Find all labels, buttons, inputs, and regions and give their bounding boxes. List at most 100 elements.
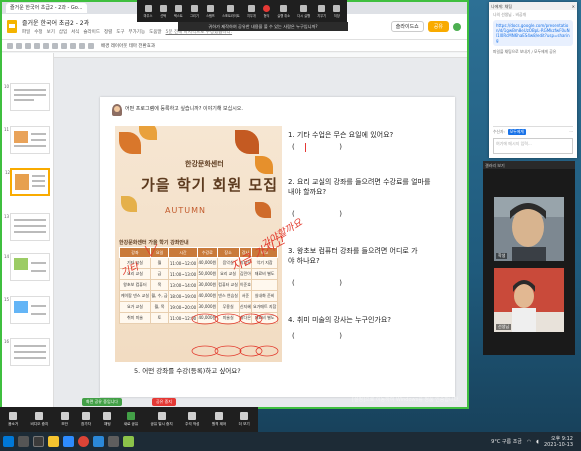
chat-recipient-row: 수신자: 모두에게 ⋯	[493, 126, 573, 136]
task-view-icon[interactable]	[33, 436, 44, 447]
gallery-title: 갤러리 보기	[483, 161, 575, 169]
recipient-select[interactable]: 모두에게	[507, 128, 526, 135]
trash-icon	[318, 4, 326, 12]
tool-format[interactable]: 형식	[263, 4, 271, 18]
tool-label: 스탬프	[206, 13, 215, 18]
meeting-controls: 음소거 비디오 중지 보안 참가자 채팅 새로 공유 공유 일시 중지 주석 작…	[0, 407, 258, 432]
control-label: 비디오 중지	[30, 422, 49, 426]
more-icon[interactable]: ⋯	[569, 129, 573, 134]
stop-share-pill[interactable]: 공유 중지	[152, 398, 176, 406]
chat-message-input[interactable]: 여기에 메시지 입력...	[493, 138, 573, 154]
chat-sender: 나의 선생님 - 비공개	[493, 12, 526, 17]
more-icon	[240, 412, 249, 420]
control-label: 새로 공유	[123, 422, 139, 426]
chat-icon	[103, 412, 112, 420]
participants-button[interactable]: 참가자	[81, 412, 91, 427]
microphone-icon	[9, 412, 18, 420]
control-label: 공유 일시 중지	[150, 422, 173, 426]
chat-note: 파일을 채팅으로 보내기 / 모두에게 공유	[493, 49, 557, 54]
redo-icon	[300, 4, 308, 12]
remote-control-button[interactable]: 원격 제어	[212, 412, 226, 427]
control-label: 음소거	[8, 422, 19, 426]
save-icon	[333, 4, 341, 12]
select-icon	[159, 4, 167, 12]
annotate-pen-icon	[188, 412, 197, 420]
taskbar: 9°C 구름 조금 ◠ ◖ 오후 9:12 2021-10-13	[0, 432, 581, 451]
chat-header-title: 나에게: 채팅	[491, 4, 513, 9]
teacher-video	[494, 268, 564, 332]
windows-activation-watermark: Windows 정품 인증 [설정]으로 이동하여 Windows를 정품 인증…	[352, 387, 460, 405]
chat-message-link[interactable]: https://docs.google.com/presentation/d/1…	[493, 20, 573, 46]
tool-save[interactable]: 저장	[333, 4, 341, 18]
control-label: 더 보기	[238, 422, 250, 426]
tool-label: 그리기	[190, 13, 199, 18]
more-button[interactable]: 더 보기	[239, 412, 250, 427]
tool-undo[interactable]: 실행 취소	[277, 4, 291, 18]
student-video	[494, 197, 564, 261]
tool-draw[interactable]: 그리기	[190, 4, 199, 18]
screen-share-border	[0, 0, 469, 409]
tool-label: 마우스	[143, 13, 153, 18]
participants-icon	[81, 412, 90, 420]
format-color-icon	[263, 4, 271, 12]
pause-icon	[157, 412, 166, 420]
zoom-app-icon[interactable]	[63, 436, 74, 447]
control-label: 원격 제어	[211, 422, 227, 426]
sharing-status-pill[interactable]: 화면 공유 중입니다	[82, 398, 122, 406]
clock-date: 2021-10-13	[543, 441, 573, 448]
chat-button[interactable]: 채팅	[103, 412, 112, 427]
tool-label: 지우개	[246, 13, 256, 18]
share-notice-banner[interactable]: 귀하가 제작하여 공유한 내용을 볼 수 있는 사람은 누구입니까?	[178, 22, 348, 31]
tool-text[interactable]: 텍스트	[173, 4, 183, 18]
chat-close-icon[interactable]: ✕	[572, 4, 575, 9]
tool-mouse[interactable]: 마우스	[143, 4, 153, 18]
video-button[interactable]: 비디오 중지	[30, 412, 49, 427]
system-tray: 9°C 구름 조금 ◠ ◖ 오후 9:12 2021-10-13	[491, 436, 581, 448]
tool-redo[interactable]: 다시 실행	[297, 4, 311, 18]
pause-share-button[interactable]: 공유 일시 중지	[151, 412, 173, 427]
search-icon[interactable]	[18, 436, 29, 447]
stamp-icon	[206, 4, 214, 12]
volume-icon[interactable]: ◖	[536, 439, 539, 445]
watermark-subtitle: [설정]으로 이동하여 Windows를 정품 인증합니다.	[352, 397, 460, 403]
spotlight-icon	[227, 4, 235, 12]
pen-icon	[190, 4, 198, 12]
network-icon[interactable]: ◠	[527, 439, 531, 445]
tool-label: 지우기	[317, 13, 327, 18]
control-label: 참가자	[81, 422, 91, 426]
new-share-button[interactable]: 새로 공유	[124, 412, 138, 427]
control-label: 보안	[61, 422, 68, 426]
tool-label: 형식	[263, 13, 270, 18]
tool-clear[interactable]: 지우기	[317, 4, 327, 18]
tool-label: 텍스트	[173, 13, 183, 18]
store-icon[interactable]	[108, 436, 119, 447]
weather-widget[interactable]: 9°C 구름 조금	[491, 438, 522, 445]
start-icon[interactable]	[3, 436, 14, 447]
video-tile-teacher[interactable]: 선생님	[494, 268, 564, 332]
security-button[interactable]: 보안	[60, 412, 69, 427]
remote-control-icon	[215, 412, 224, 420]
participant-name: 선생님	[496, 324, 512, 330]
mute-button[interactable]: 음소거	[8, 412, 18, 427]
chrome-icon[interactable]	[78, 436, 89, 447]
tool-stamp[interactable]: 스탬프	[206, 4, 215, 18]
tool-label: 스포트라이트	[222, 13, 240, 18]
app-icon[interactable]	[123, 436, 134, 447]
tool-select[interactable]: 선택	[159, 4, 167, 18]
undo-icon	[280, 4, 288, 12]
file-explorer-icon[interactable]	[48, 436, 59, 447]
annotate-button[interactable]: 주석 작성	[185, 412, 199, 427]
annotation-toolbar: 마우스 선택 텍스트 그리기 스탬프 스포트라이트 지우개 형식 실행 취소 다…	[137, 0, 347, 22]
participant-name: 학생	[496, 253, 508, 259]
video-tile-student[interactable]: 학생	[494, 197, 564, 261]
tool-label: 다시 실행	[297, 13, 311, 18]
chat-panel: 나에게: 채팅 ✕ 나의 선생님 - 비공개 https://docs.goog…	[489, 2, 577, 158]
edge-icon[interactable]	[93, 436, 104, 447]
chat-header: 나에게: 채팅 ✕	[489, 2, 577, 10]
recipient-label: 수신자:	[493, 128, 505, 134]
tool-eraser[interactable]: 지우개	[246, 4, 256, 18]
tool-label: 실행 취소	[277, 13, 291, 18]
clock[interactable]: 오후 9:12 2021-10-13	[544, 436, 573, 448]
tool-spotlight[interactable]: 스포트라이트	[222, 4, 240, 18]
mouse-icon	[144, 4, 152, 12]
